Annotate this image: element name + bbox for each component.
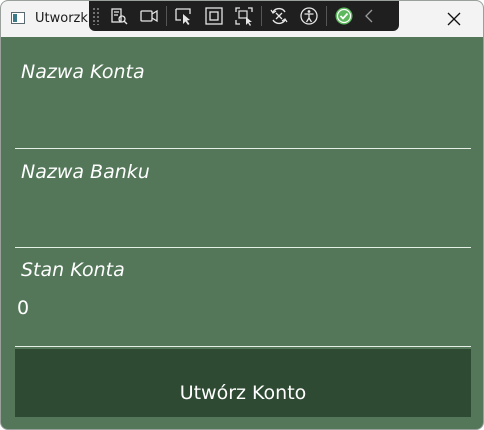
record-icon: [140, 9, 158, 23]
collapse-toolbar-button[interactable]: [359, 1, 379, 31]
app-icon: [11, 12, 25, 24]
record-button[interactable]: [134, 1, 164, 31]
toolbar-separator: [166, 6, 167, 26]
accessibility-checker-icon: [335, 7, 353, 25]
window-title: Utworzk: [35, 11, 88, 26]
app-window: Utworzk Nazwa Konta Nazwa Banku Stan Kon…: [0, 0, 484, 430]
create-account-button[interactable]: Utwórz Konto: [15, 349, 471, 417]
bank-name-input[interactable]: [15, 218, 471, 248]
hot-reload-button[interactable]: [264, 1, 294, 31]
track-focus-button[interactable]: [229, 1, 259, 31]
toolbar-separator: [326, 6, 327, 26]
toolbar-separator: [261, 6, 262, 26]
close-icon: [447, 12, 461, 26]
account-name-label: Nazwa Konta: [21, 61, 145, 83]
accessibility-icon: [300, 7, 318, 25]
accessibility-checker-button[interactable]: [329, 1, 359, 31]
live-visual-tree-icon: [111, 8, 128, 25]
display-layout-adorners-icon: [205, 7, 223, 25]
chevron-left-icon: [365, 9, 373, 23]
live-visual-tree-button[interactable]: [104, 1, 134, 31]
select-element-icon: [175, 8, 191, 25]
display-layout-adorners-button[interactable]: [199, 1, 229, 31]
hot-reload-icon: [270, 7, 288, 25]
track-focus-icon: [235, 7, 253, 26]
balance-label: Stan Konta: [21, 259, 125, 281]
bank-name-label: Nazwa Banku: [21, 161, 150, 183]
close-button[interactable]: [425, 1, 483, 37]
account-name-input[interactable]: [15, 119, 471, 149]
balance-input[interactable]: [15, 293, 471, 347]
toolbar-grip[interactable]: [92, 7, 100, 25]
select-element-button[interactable]: [169, 1, 199, 31]
xaml-debug-toolbar: [89, 1, 399, 31]
accessibility-button[interactable]: [294, 1, 324, 31]
